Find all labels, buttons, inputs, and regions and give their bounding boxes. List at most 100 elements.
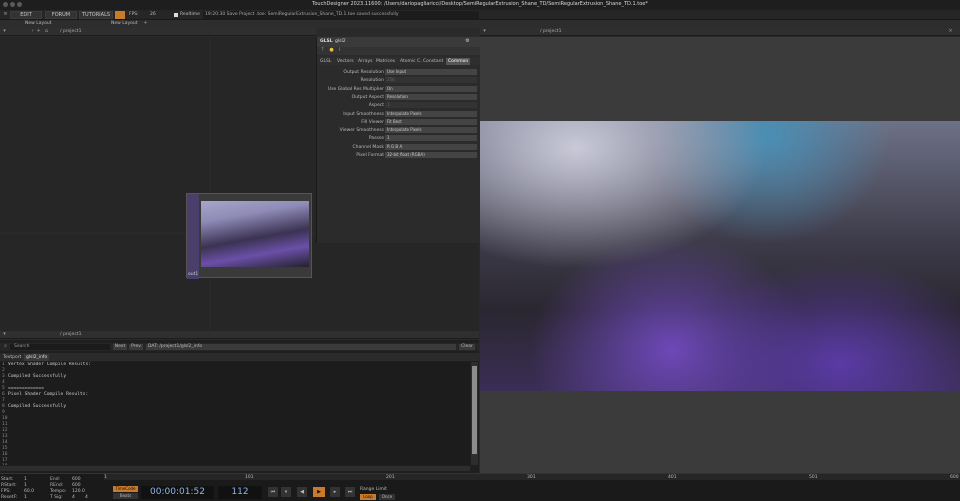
param-value[interactable]: On: [385, 85, 477, 92]
layout-tab-1[interactable]: New Layout: [25, 21, 52, 26]
bottom-network-path[interactable]: / project1: [60, 332, 81, 337]
pane-menu-icon[interactable]: ▾: [2, 29, 7, 34]
param-value[interactable]: Interpolate Pixels: [385, 127, 477, 134]
tempo-label: Tempo:: [50, 489, 67, 494]
prev-button[interactable]: Prev: [129, 344, 143, 350]
fps-value: 26: [150, 12, 156, 17]
param-value[interactable]: 256: [385, 77, 477, 84]
op-name[interactable]: glsl2: [335, 39, 346, 44]
step-forward-icon[interactable]: ▸: [330, 487, 340, 497]
tab-constant[interactable]: Constant: [423, 59, 443, 64]
param-label: Output Aspect: [351, 94, 384, 100]
frame-display[interactable]: 112: [218, 486, 262, 499]
add-icon[interactable]: +: [36, 29, 41, 34]
param-row: Output Aspect Resolution: [317, 93, 480, 101]
end-value[interactable]: 600: [72, 477, 81, 482]
ruler-tick-label: 101: [245, 475, 254, 480]
fps-label: FPS:: [129, 12, 139, 17]
param-value[interactable]: 1: [385, 135, 477, 142]
ruler-tick-label: 600: [950, 475, 959, 480]
search-input[interactable]: Search: [10, 344, 110, 350]
help-icon[interactable]: ?: [320, 48, 325, 53]
info-icon[interactable]: i: [337, 48, 342, 53]
pane-menu-icon[interactable]: ▾: [2, 332, 7, 337]
param-label: Channel Mask: [352, 144, 385, 150]
param-value[interactable]: Resolution: [385, 93, 477, 100]
loop-button[interactable]: Loop: [360, 494, 376, 500]
reset-value[interactable]: 1: [24, 495, 27, 500]
timeline-bar: Start: 1 End: 600 RStart: 1 REnd: 600 FP…: [0, 473, 960, 501]
param-label: Input Smoothness: [343, 111, 384, 117]
param-value[interactable]: R G B A: [385, 143, 477, 150]
status-message: 19:20:30 Save Project .toe: SemiRegularE…: [203, 11, 479, 19]
start-value[interactable]: 1: [24, 477, 27, 482]
hamburger-icon[interactable]: ≡: [3, 12, 8, 17]
layout-tab-2[interactable]: New Layout: [111, 21, 138, 26]
menu-tutorials[interactable]: TUTORIALS: [79, 11, 113, 19]
play-icon[interactable]: ▶: [313, 487, 325, 497]
tab-vectors[interactable]: Vectors: [337, 59, 354, 64]
tempo-value[interactable]: 120.0: [72, 489, 85, 494]
text-content[interactable]: 1 Vertex Shader Compile Results: 2 3 Compile…: [0, 362, 470, 465]
tsig-b[interactable]: 4: [85, 495, 88, 500]
rend-value[interactable]: 600: [72, 483, 81, 488]
tab-glsl2-info[interactable]: glsl2_info: [24, 354, 50, 361]
rstart-value[interactable]: 1: [24, 483, 27, 488]
pane-menu-icon[interactable]: ▾: [482, 29, 487, 34]
timecode-display[interactable]: 00:00:01:52: [141, 486, 214, 499]
title-bar: TouchDesigner 2023.11600: /Users/dariopa…: [0, 0, 960, 10]
param-value[interactable]: 1: [385, 102, 477, 109]
param-row: Output Resolution Use Input: [317, 69, 480, 76]
param-label: Passes: [368, 136, 384, 142]
tab-arrays[interactable]: Arrays: [358, 59, 372, 64]
scrollbar-thumb[interactable]: [472, 366, 477, 454]
menu-edit[interactable]: EDIT: [10, 11, 42, 19]
menu-forum[interactable]: FORUM: [45, 11, 77, 19]
param-label: Output Resolution: [343, 70, 384, 75]
close-pane-icon[interactable]: ×: [948, 29, 953, 34]
tab-glsl[interactable]: GLSL: [320, 59, 331, 64]
rewind-icon[interactable]: ⏮: [268, 487, 278, 497]
horizontal-scrollbar[interactable]: [0, 466, 470, 471]
param-label: Viewer Smoothness: [339, 128, 384, 134]
add-layout-icon[interactable]: +: [143, 21, 148, 26]
search-icon: ⌕: [4, 343, 7, 349]
clear-button[interactable]: Clear: [459, 344, 475, 350]
pause-icon[interactable]: ⏸: [281, 487, 291, 497]
realtime-checkbox[interactable]: [174, 13, 178, 17]
tab-textport[interactable]: Textport: [3, 355, 21, 360]
param-row: Input Smoothness Interpolate Pixels: [317, 110, 480, 118]
param-value[interactable]: Interpolate Pixels: [385, 110, 477, 117]
param-label: Aspect: [368, 103, 384, 109]
network-editor[interactable]: out1: [0, 37, 316, 331]
settings-icon[interactable]: ⚙: [465, 39, 470, 44]
param-label: Use Global Res Multiplier: [327, 86, 384, 92]
ruler-tick-label: 201: [386, 475, 395, 480]
tab-atomic[interactable]: Atomic C.: [400, 59, 422, 64]
timecode-toggle[interactable]: TimeCode: [113, 486, 138, 492]
param-value[interactable]: Use Input: [385, 69, 477, 75]
python-icon[interactable]: ●: [329, 48, 334, 53]
home-icon[interactable]: ⌂: [44, 29, 49, 34]
top-node-out1[interactable]: out1: [186, 193, 312, 279]
op-type: GLSL: [320, 39, 333, 44]
param-value[interactable]: Fit Best: [385, 118, 477, 125]
viewer-path[interactable]: / project1: [540, 29, 561, 34]
search-bar: ⌕ Search Next Prev DAT: /project1/glsl2_…: [0, 343, 479, 351]
step-back-icon[interactable]: ◀: [297, 487, 307, 497]
tsig-a[interactable]: 4: [72, 495, 75, 500]
once-button[interactable]: Once: [379, 494, 395, 500]
next-button[interactable]: Next: [113, 344, 127, 350]
vertical-scrollbar[interactable]: [471, 362, 478, 465]
beats-toggle[interactable]: Beats: [113, 493, 138, 499]
viewer-pane[interactable]: [480, 37, 960, 473]
fps-value-tl[interactable]: 60.0: [24, 489, 34, 494]
fast-forward-icon[interactable]: ⏭: [345, 487, 355, 497]
back-icon[interactable]: ‹: [30, 29, 35, 34]
perform-mode-button[interactable]: [115, 11, 125, 19]
network-editor-extension[interactable]: [316, 243, 479, 331]
param-value[interactable]: 32-bit float (RGBA): [385, 152, 477, 158]
tab-matrices[interactable]: Matrices: [376, 59, 395, 64]
network-path[interactable]: / project1: [60, 29, 81, 34]
tab-common[interactable]: Common: [446, 58, 471, 65]
